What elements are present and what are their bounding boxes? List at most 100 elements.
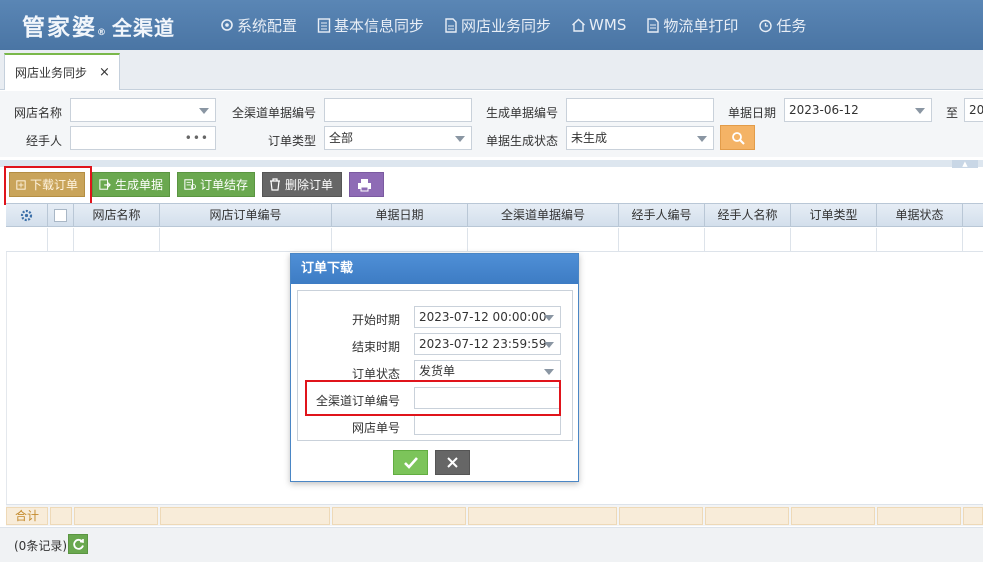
order-status-value: 发货单: [419, 364, 456, 378]
end-date-value: 2023-07-12 23:59:59: [419, 337, 547, 351]
chevron-down-icon: [455, 136, 465, 142]
start-date-value: 2023-07-12 00:00:00: [419, 310, 547, 324]
table-cell: [468, 228, 619, 252]
cancel-button[interactable]: [435, 450, 470, 475]
select-all-cell: [48, 204, 74, 227]
chevron-down-icon: [544, 315, 554, 321]
tab-strip: 网店业务同步 ×: [0, 50, 983, 90]
col-doc-status[interactable]: 单据状态: [877, 204, 963, 227]
chevron-down-icon: [697, 136, 707, 142]
collapse-toggle[interactable]: ▲: [952, 160, 978, 168]
nav-tasks[interactable]: 任务: [758, 15, 806, 36]
sum-cell: [877, 507, 961, 525]
gen-status-select[interactable]: 未生成: [566, 126, 714, 150]
order-status-select[interactable]: 发货单: [414, 360, 561, 382]
gen-no-input[interactable]: [566, 98, 714, 122]
to-label: 至: [946, 106, 959, 120]
col-doc-date[interactable]: 单据日期: [332, 204, 468, 227]
top-bar: 管家婆 ® 全渠道 系统配置 基本信息同步 网店业务同步 WMS 物流单打印 任务: [0, 0, 983, 50]
nav-shop-business-sync[interactable]: 网店业务同步: [444, 15, 551, 36]
sum-label: 合计: [6, 507, 48, 525]
gear-icon: [221, 19, 233, 31]
trash-icon: [270, 178, 280, 191]
sum-cell: [791, 507, 875, 525]
select-all-checkbox[interactable]: [54, 209, 67, 222]
tab-shop-business-sync[interactable]: 网店业务同步 ×: [4, 53, 120, 90]
end-date-label: 结束时期: [351, 340, 400, 354]
date-to-select[interactable]: 20: [964, 98, 983, 122]
settle-label: 订单结存: [199, 178, 248, 192]
table-cell: [619, 228, 705, 252]
date-to-value: 20: [969, 103, 983, 117]
refresh-button[interactable]: [68, 534, 88, 554]
shop-order-no-input[interactable]: [414, 415, 561, 435]
start-date-select[interactable]: 2023-07-12 00:00:00: [414, 306, 561, 328]
clock-icon: [759, 19, 773, 32]
col-handler-no[interactable]: 经手人编号: [619, 204, 705, 227]
nav-wms[interactable]: WMS: [571, 16, 626, 34]
nav-label: 基本信息同步: [334, 16, 425, 35]
refresh-icon: [72, 538, 84, 550]
dialog-title[interactable]: 订单下载: [291, 254, 578, 284]
col-shop-name[interactable]: 网店名称: [74, 204, 160, 227]
more-icon[interactable]: •••: [185, 127, 209, 149]
shop-order-no-label: 网店单号: [351, 421, 400, 435]
nav-logistics-print[interactable]: 物流单打印: [646, 15, 738, 36]
order-settle-button[interactable]: 订单结存: [177, 172, 255, 197]
date-from-select[interactable]: 2023-06-12: [784, 98, 932, 122]
handler-input[interactable]: •••: [70, 126, 216, 150]
omni-no-input[interactable]: [324, 98, 472, 122]
col-shop-order-no[interactable]: 网店订单编号: [160, 204, 332, 227]
order-type-select[interactable]: 全部: [324, 126, 472, 150]
table-cell: [877, 228, 963, 252]
sum-cell: [619, 507, 703, 525]
nav-basic-info-sync[interactable]: 基本信息同步: [317, 15, 424, 36]
table-cell: [705, 228, 791, 252]
search-button[interactable]: [720, 125, 755, 150]
record-count: (0条记录): [14, 539, 67, 553]
document-icon: [317, 17, 331, 33]
chevron-down-icon: [544, 369, 554, 375]
print-button[interactable]: [349, 172, 384, 197]
main-nav: 系统配置 基本信息同步 网店业务同步 WMS 物流单打印 任务: [220, 15, 826, 36]
toolbar: 下载订单 生成单据 订单结存 删除订单: [0, 168, 983, 202]
start-date-label: 开始时期: [351, 313, 400, 327]
highlight-download-button: [4, 166, 92, 205]
col-order-type[interactable]: 订单类型: [791, 204, 877, 227]
generate-label: 生成单据: [114, 178, 163, 192]
table-cell: [48, 228, 74, 252]
shop-name-select[interactable]: [70, 98, 216, 122]
sum-cell: [705, 507, 789, 525]
checkmark-icon: [403, 456, 418, 469]
sum-cell: [963, 507, 983, 525]
close-icon[interactable]: ×: [99, 65, 110, 80]
app-logo: 管家婆 ® 全渠道: [0, 8, 220, 42]
nav-label: WMS: [589, 16, 627, 34]
order-type-value: 全部: [329, 131, 354, 145]
sum-cell: [468, 507, 617, 525]
end-date-select[interactable]: 2023-07-12 23:59:59: [414, 333, 561, 355]
print-document-icon: [647, 17, 660, 33]
gear-icon: [20, 209, 33, 222]
gen-status-label: 单据生成状态: [486, 134, 559, 148]
generate-docs-button[interactable]: 生成单据: [92, 172, 170, 197]
tab-label: 网店业务同步: [15, 66, 88, 80]
column-settings[interactable]: [6, 204, 48, 227]
settle-icon: [184, 179, 196, 190]
chevron-down-icon: [199, 108, 209, 114]
table-row[interactable]: [6, 228, 983, 252]
date-from-value: 2023-06-12: [789, 103, 859, 117]
omni-no-label: 全渠道单据编号: [232, 106, 317, 120]
confirm-button[interactable]: [393, 450, 428, 475]
sum-cell: [332, 507, 466, 525]
table-header: 网店名称 网店订单编号 单据日期 全渠道单据编号 经手人编号 经手人名称 订单类…: [6, 203, 983, 227]
nav-label: 网店业务同步: [461, 16, 552, 35]
nav-system-config[interactable]: 系统配置: [220, 15, 297, 36]
col-handler-name[interactable]: 经手人名称: [705, 204, 791, 227]
chevron-down-icon: [915, 108, 925, 114]
handler-label: 经手人: [26, 134, 63, 148]
file-icon: [445, 17, 457, 33]
chevron-down-icon: [544, 342, 554, 348]
col-omni-doc-no[interactable]: 全渠道单据编号: [468, 204, 619, 227]
delete-order-button[interactable]: 删除订单: [262, 172, 342, 197]
